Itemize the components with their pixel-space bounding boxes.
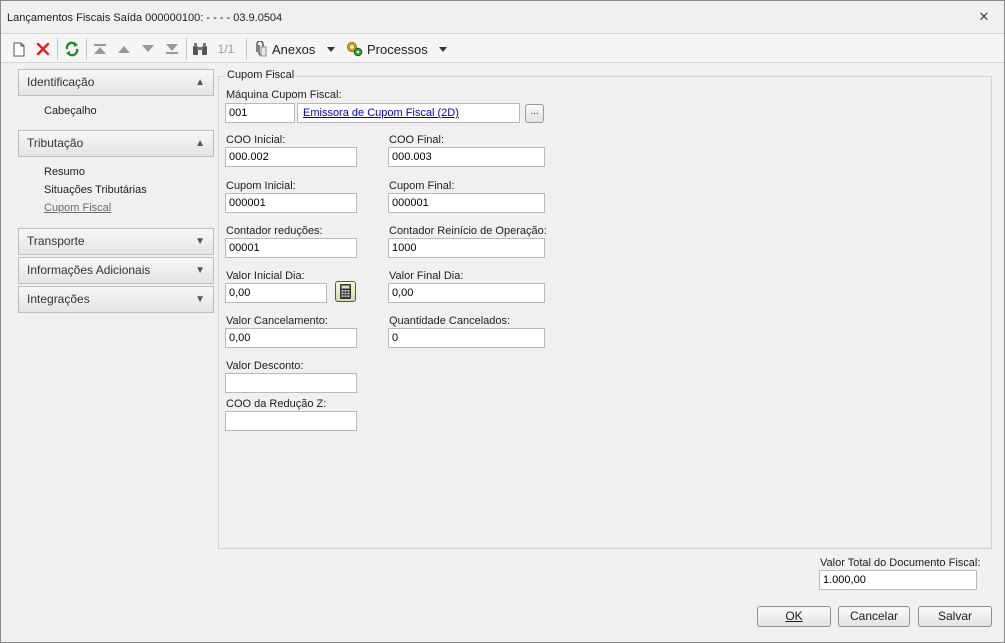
coo-reducao-z-label: COO da Redução Z: <box>226 398 327 410</box>
cupom-final-field[interactable]: 000001 <box>388 193 545 213</box>
binoculars-icon[interactable] <box>190 39 210 59</box>
chevron-down-icon <box>438 46 447 52</box>
chevron-up-icon: ▲ <box>195 138 205 149</box>
dialog-window: Lançamentos Fiscais Saída 000000100: - -… <box>0 0 1005 643</box>
previous-record-icon[interactable] <box>115 39 133 59</box>
nav-group-identificacao[interactable]: Identificação ▲ <box>18 69 214 96</box>
nav-group-label: Tributação <box>27 136 84 150</box>
nav-item-resumo[interactable]: Resumo <box>44 166 85 178</box>
cancel-button[interactable]: Cancelar <box>838 606 910 627</box>
chevron-down-icon <box>327 46 336 52</box>
toolbar: 1/1 Anexos Processos <box>1 33 1004 63</box>
close-icon[interactable]: ✕ <box>975 9 993 25</box>
total-field: 1.000,00 <box>819 570 977 590</box>
contador-reducoes-label: Contador reduções: <box>226 225 323 237</box>
maquina-code-field[interactable]: 001 <box>225 103 295 123</box>
next-record-icon[interactable] <box>139 39 157 59</box>
nav-group-transporte[interactable]: Transporte ▼ <box>18 228 214 255</box>
refresh-icon[interactable] <box>62 39 82 59</box>
nav-group-informacoes-adicionais[interactable]: Informações Adicionais ▼ <box>18 257 214 284</box>
contador-reducoes-field[interactable]: 00001 <box>225 238 357 258</box>
maquina-label: Máquina Cupom Fiscal: <box>226 89 342 101</box>
coo-final-label: COO Final: <box>389 134 445 146</box>
cupom-final-label: Cupom Final: <box>389 180 455 192</box>
record-counter: 1/1 <box>217 42 235 56</box>
nav-item-situacoes-tributarias[interactable]: Situações Tributárias <box>44 184 147 196</box>
valor-inicial-dia-label: Valor Inicial Dia: <box>226 270 305 282</box>
quantidade-cancelados-field[interactable]: 0 <box>388 328 545 348</box>
cupom-inicial-field[interactable]: 000001 <box>225 193 357 213</box>
chevron-up-icon: ▲ <box>195 77 205 88</box>
nav-group-label: Identificação <box>27 75 95 89</box>
processes-menu[interactable]: Processos <box>346 39 447 59</box>
contador-reinicio-label: Contador Reinício de Operação: <box>389 225 547 237</box>
maquina-lookup-button[interactable]: ... <box>525 104 544 123</box>
valor-cancelamento-field[interactable]: 0,00 <box>225 328 357 348</box>
nav-group-label: Integrações <box>27 292 90 306</box>
window-title: Lançamentos Fiscais Saída 000000100: - -… <box>7 12 283 24</box>
maquina-description-link[interactable]: Emissora de Cupom Fiscal (2D) <box>297 103 520 123</box>
save-button-label: Salvar <box>937 609 972 623</box>
toolbar-separator <box>57 38 58 60</box>
paperclip-icon <box>255 41 267 57</box>
save-button[interactable]: Salvar <box>918 606 992 627</box>
title-bar: Lançamentos Fiscais Saída 000000100: - -… <box>1 1 1004 33</box>
nav-group-integracoes[interactable]: Integrações ▼ <box>18 286 214 313</box>
chevron-down-icon: ▼ <box>195 294 205 305</box>
nav-group-label: Transporte <box>27 234 85 248</box>
gears-icon <box>346 41 363 57</box>
contador-reinicio-field[interactable]: 1000 <box>388 238 545 258</box>
valor-desconto-label: Valor Desconto: <box>226 360 304 372</box>
quantidade-cancelados-label: Quantidade Cancelados: <box>389 315 511 327</box>
toolbar-separator <box>246 38 247 60</box>
attachments-label: Anexos <box>272 41 316 57</box>
last-record-icon[interactable] <box>163 39 181 59</box>
chevron-down-icon: ▼ <box>195 236 205 247</box>
delete-icon[interactable] <box>34 39 52 59</box>
section-title: Cupom Fiscal <box>225 69 297 81</box>
toolbar-separator <box>86 38 87 60</box>
nav-item-cabecalho[interactable]: Cabeçalho <box>44 105 97 117</box>
calculator-icon[interactable] <box>335 281 356 302</box>
valor-cancelamento-label: Valor Cancelamento: <box>226 315 328 327</box>
valor-desconto-field[interactable] <box>225 373 357 393</box>
ok-button-label: OK <box>785 609 803 623</box>
coo-reducao-z-field[interactable] <box>225 411 357 431</box>
new-record-icon[interactable] <box>10 39 28 59</box>
nav-group-label: Informações Adicionais <box>27 263 151 277</box>
nav-group-tributacao[interactable]: Tributação ▲ <box>18 130 214 157</box>
attachments-menu[interactable]: Anexos <box>255 39 339 59</box>
ok-button[interactable]: OK <box>757 606 831 627</box>
valor-inicial-dia-field[interactable]: 0,00 <box>225 283 327 303</box>
coo-inicial-label: COO Inicial: <box>226 134 286 146</box>
valor-final-dia-field[interactable]: 0,00 <box>388 283 545 303</box>
chevron-down-icon: ▼ <box>195 265 205 276</box>
valor-final-dia-label: Valor Final Dia: <box>389 270 464 282</box>
toolbar-separator <box>186 38 187 60</box>
cancel-button-label: Cancelar <box>849 609 899 623</box>
total-label: Valor Total do Documento Fiscal: <box>820 557 981 569</box>
coo-inicial-field[interactable]: 000.002 <box>225 147 357 167</box>
processes-label: Processos <box>367 41 428 57</box>
nav-item-cupom-fiscal[interactable]: Cupom Fiscal <box>44 202 111 214</box>
first-record-icon[interactable] <box>91 39 109 59</box>
coo-final-field[interactable]: 000.003 <box>388 147 545 167</box>
cupom-inicial-label: Cupom Inicial: <box>226 180 296 192</box>
